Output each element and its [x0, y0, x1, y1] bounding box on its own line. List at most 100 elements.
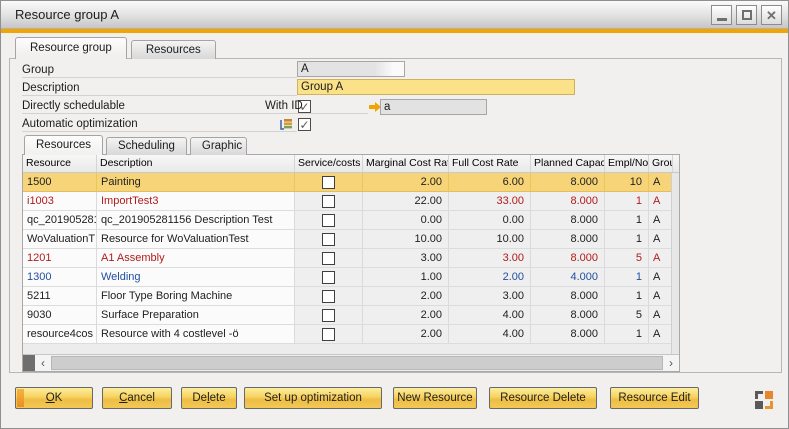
cell-group: A [649, 230, 673, 248]
tab-content-panel: Group Description Directly schedulable ✓… [9, 58, 782, 373]
cell-description: ImportTest3 [97, 192, 295, 210]
cell-marginal: 22.00 [363, 192, 449, 210]
column-header-resource[interactable]: Resource [23, 155, 97, 172]
cell-description: A1 Assembly [97, 249, 295, 267]
cell-marginal: 2.00 [363, 325, 449, 343]
tab-resources[interactable]: Resources [131, 40, 216, 59]
with-id-input[interactable] [380, 99, 487, 115]
service-costs-checkbox[interactable] [322, 176, 335, 189]
tab-resource-group[interactable]: Resource group [15, 37, 127, 59]
table-row[interactable]: qc_201905281qc_201905281156 Description … [23, 211, 679, 230]
cell-marginal: 10.00 [363, 230, 449, 248]
cell-empl: 1 [605, 211, 649, 229]
cell-service-costs [295, 268, 363, 286]
service-costs-checkbox[interactable] [322, 309, 335, 322]
ok-button[interactable]: OK [15, 387, 93, 409]
column-header-group[interactable]: Group [649, 155, 673, 172]
delete-button[interactable]: Delete [181, 387, 237, 409]
column-header-marginal-cost-rate[interactable]: Marginal Cost Rate [363, 155, 449, 172]
cell-empl: 10 [605, 173, 649, 191]
new-resource-button[interactable]: New Resource [393, 387, 477, 409]
scroll-right-button[interactable]: › [663, 355, 679, 371]
cell-description: Floor Type Boring Machine [97, 287, 295, 305]
cell-service-costs [295, 211, 363, 229]
column-header-description[interactable]: Description [97, 155, 295, 172]
close-button[interactable]: ✕ [761, 5, 782, 25]
automatic-optimization-checkbox[interactable]: ✓ [298, 118, 311, 131]
cell-planned: 8.000 [531, 306, 605, 324]
check-icon: ✓ [299, 120, 309, 130]
service-costs-checkbox[interactable] [322, 252, 335, 265]
cell-description: Surface Preparation [97, 306, 295, 324]
table-row[interactable]: 1500Painting2.006.008.00010A [23, 173, 679, 192]
table-row[interactable]: i1003ImportTest322.0033.008.0001A [23, 192, 679, 211]
resources-grid: ResourceDescriptionService/costsMarginal… [22, 154, 680, 372]
chevron-left-icon: ‹ [41, 356, 45, 370]
cell-full: 6.00 [449, 173, 531, 191]
table-row[interactable]: 1201A1 Assembly3.003.008.0005A [23, 249, 679, 268]
cell-empl: 1 [605, 268, 649, 286]
column-header-planned-capaci[interactable]: Planned Capaci [531, 155, 605, 172]
resource-edit-button[interactable]: Resource Edit [610, 387, 699, 409]
table-row[interactable]: 9030Surface Preparation2.004.008.0005A [23, 306, 679, 325]
sub-tab-strip: ResourcesSchedulingGraphic [24, 135, 250, 155]
cell-resource: WoValuationT [23, 230, 97, 248]
resource-delete-button[interactable]: Resource Delete [489, 387, 597, 409]
description-label: Description [22, 80, 297, 96]
service-costs-checkbox[interactable] [322, 271, 335, 284]
table-row[interactable]: resource4cosResource with 4 costlevel -ö… [23, 325, 679, 344]
scrollbar-thumb[interactable] [51, 356, 663, 370]
cell-full: 2.00 [449, 268, 531, 286]
cell-service-costs [295, 287, 363, 305]
automatic-optimization-label: Automatic optimization [22, 116, 297, 132]
column-header-service-costs[interactable]: Service/costs [295, 155, 363, 172]
description-input[interactable] [297, 79, 575, 95]
group-input[interactable] [297, 61, 405, 77]
cell-empl: 5 [605, 306, 649, 324]
subtab-resources[interactable]: Resources [24, 135, 103, 155]
cancel-button[interactable]: Cancel [102, 387, 172, 409]
cell-description: Painting [97, 173, 295, 191]
horizontal-scrollbar[interactable]: ‹ › [23, 354, 679, 371]
with-id-label: With ID [265, 98, 368, 114]
service-costs-checkbox[interactable] [322, 290, 335, 303]
cell-resource: 1500 [23, 173, 97, 191]
cell-full: 4.00 [449, 306, 531, 324]
optimization-levels-icon[interactable] [279, 117, 294, 131]
main-tab-strip: Resource groupResources [15, 37, 220, 59]
set-up-optimization-button[interactable]: Set up optimization [244, 387, 382, 409]
service-costs-checkbox[interactable] [322, 195, 335, 208]
column-header-full-cost-rate[interactable]: Full Cost Rate [449, 155, 531, 172]
cell-full: 4.00 [449, 325, 531, 343]
cell-marginal: 1.00 [363, 268, 449, 286]
chevron-right-icon: › [669, 356, 673, 370]
cell-group: A [649, 287, 673, 305]
cell-planned: 8.000 [531, 325, 605, 343]
subtab-graphic[interactable]: Graphic [190, 137, 247, 155]
cell-marginal: 2.00 [363, 173, 449, 191]
cell-empl: 1 [605, 230, 649, 248]
maximize-button[interactable] [736, 5, 757, 25]
table-row[interactable]: WoValuationTResource for WoValuationTest… [23, 230, 679, 249]
service-costs-checkbox[interactable] [322, 328, 335, 341]
minimize-button[interactable] [711, 5, 732, 25]
cell-empl: 1 [605, 287, 649, 305]
service-costs-checkbox[interactable] [322, 233, 335, 246]
scrollbar-anchor[interactable] [23, 355, 35, 371]
cell-description: Resource with 4 costlevel -ö [97, 325, 295, 343]
directly-schedulable-label: Directly schedulable [22, 98, 297, 114]
table-row[interactable]: 5211Floor Type Boring Machine2.003.008.0… [23, 287, 679, 306]
column-header-empl-no[interactable]: Empl/No. [605, 155, 649, 172]
vertical-scrollbar[interactable] [671, 173, 679, 354]
cell-resource: resource4cos [23, 325, 97, 343]
table-row[interactable]: 1300Welding1.002.004.0001A [23, 268, 679, 287]
cell-planned: 8.000 [531, 211, 605, 229]
cell-service-costs [295, 306, 363, 324]
form-settings-icon[interactable] [755, 391, 773, 409]
service-costs-checkbox[interactable] [322, 214, 335, 227]
subtab-scheduling[interactable]: Scheduling [106, 137, 187, 155]
cell-resource: 1201 [23, 249, 97, 267]
cell-full: 33.00 [449, 192, 531, 210]
cell-description: Resource for WoValuationTest [97, 230, 295, 248]
scroll-left-button[interactable]: ‹ [35, 355, 51, 371]
